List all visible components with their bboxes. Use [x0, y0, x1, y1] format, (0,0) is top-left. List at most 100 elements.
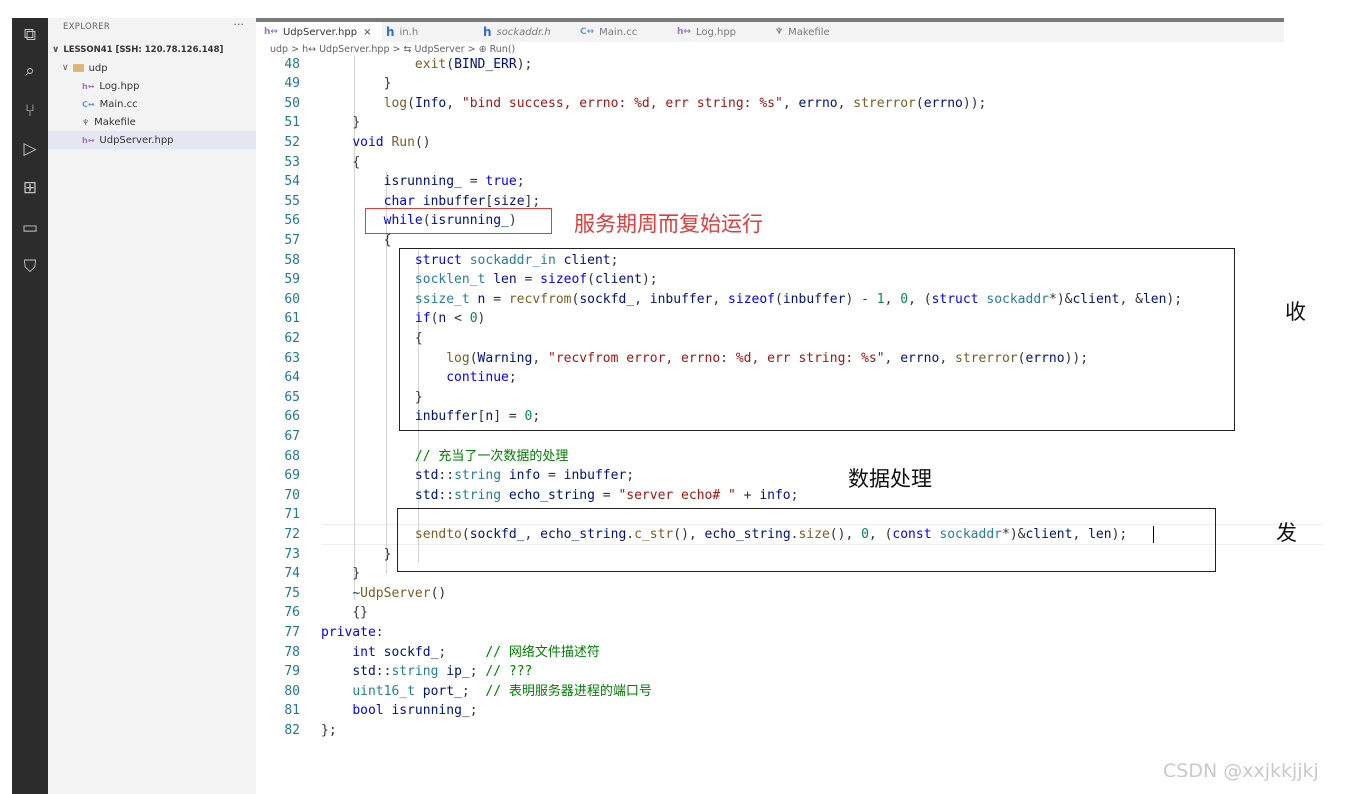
explorer-icon[interactable]: ⧉ [17, 22, 43, 48]
recv-block-box [399, 248, 1235, 431]
hpp-file-icon: h↔ [677, 27, 691, 37]
code-line[interactable]: 77 private: [256, 623, 1284, 643]
line-number: 80 [284, 683, 300, 699]
code-line[interactable]: 75 ~UdpServer() [256, 584, 1284, 604]
line-number: 68 [284, 448, 300, 464]
code-line[interactable]: 81 bool isrunning_; [256, 701, 1284, 721]
code-line[interactable]: 49 } [256, 74, 1284, 94]
code-line[interactable]: 70 std::string echo_string = "server ech… [256, 486, 1284, 506]
code-line[interactable]: 68 // 充当了一次数据的处理 [256, 447, 1284, 467]
line-number: 51 [284, 115, 300, 131]
tab-main-cc[interactable]: C↔ Main.cc [580, 22, 675, 42]
close-icon[interactable]: × [363, 27, 371, 38]
code-text: void Run() [352, 134, 431, 150]
line-number: 53 [284, 154, 300, 170]
tab-label: sockaddr.h [496, 26, 551, 38]
line-number: 50 [284, 95, 300, 111]
annotation-process: 数据处理 [848, 467, 932, 491]
search-icon[interactable]: ⌕ [17, 58, 43, 84]
code-text: std::string ip_; // ??? [352, 664, 533, 680]
line-number: 56 [284, 213, 300, 229]
header-file-icon: h [386, 25, 395, 39]
line-number: 59 [284, 272, 300, 288]
more-actions-icon[interactable]: ··· [234, 18, 245, 31]
code-line[interactable]: 53 { [256, 153, 1284, 173]
file-main-cc[interactable]: C↔ Main.cc [48, 95, 290, 113]
line-number: 49 [284, 76, 300, 92]
line-number: 58 [284, 252, 300, 268]
tab-makefile[interactable]: ♆ Makefile [775, 22, 870, 42]
tab-label: Main.cc [599, 26, 638, 38]
line-number: 67 [284, 428, 300, 444]
line-number: 75 [284, 585, 300, 601]
code-text: private: [321, 624, 384, 640]
code-text: } [352, 566, 361, 582]
line-number: 81 [284, 703, 300, 719]
file-udpserver-hpp[interactable]: h↔ UdpServer.hpp [48, 131, 290, 149]
breadcrumb[interactable]: udp > h↔ UdpServer.hpp > ⇆ UdpServer > ⊕… [270, 44, 515, 55]
explorer-title: EXPLORER [63, 22, 111, 32]
source-control-icon[interactable]: ⑂ [17, 98, 43, 124]
line-number: 82 [284, 722, 300, 738]
line-number: 78 [284, 644, 300, 660]
code-text: { [352, 154, 361, 170]
remote-explorer-icon[interactable]: ▭ [17, 215, 43, 241]
workspace-root-label: LESSON41 [SSH: 120.78.126.148] [63, 45, 224, 55]
code-text: {} [352, 605, 368, 621]
code-line[interactable]: 54 isrunning_ = true; [256, 172, 1284, 192]
line-number: 62 [284, 330, 300, 346]
tab-sockaddr-h[interactable]: h sockaddr.h [483, 22, 578, 42]
folder-udp[interactable]: ∨ udp [48, 59, 270, 77]
line-number: 76 [284, 605, 300, 621]
file-makefile[interactable]: ♆ Makefile [48, 113, 290, 131]
chevron-down-icon: ∨ [52, 45, 60, 55]
code-line[interactable]: 82}; [256, 721, 1284, 741]
code-text: ~UdpServer() [352, 585, 447, 601]
code-text: // 充当了一次数据的处理 [414, 448, 569, 464]
code-text: } [383, 76, 392, 92]
line-number: 73 [284, 546, 300, 562]
chevron-down-icon: ∨ [62, 63, 69, 73]
file-log-hpp[interactable]: h↔ Log.hpp [48, 77, 290, 95]
line-number: 63 [284, 350, 300, 366]
code-line[interactable]: 51 } [256, 113, 1284, 133]
line-number: 64 [284, 370, 300, 386]
file-label: Makefile [94, 116, 136, 128]
hpp-file-icon: h↔ [82, 135, 95, 145]
code-text: log(Info, "bind success, errno: %d, err … [383, 95, 987, 111]
line-number: 55 [284, 193, 300, 209]
send-block-box [397, 508, 1216, 572]
folder-icon [72, 64, 84, 72]
extensions-icon[interactable]: ⊞ [17, 175, 43, 201]
code-line[interactable]: 50 log(Info, "bind success, errno: %d, e… [256, 94, 1284, 114]
annotation-recv: 收 [1285, 300, 1306, 324]
tab-log-hpp[interactable]: h↔ Log.hpp [677, 22, 772, 42]
code-line[interactable]: 76 {} [256, 603, 1284, 623]
line-number: 77 [284, 624, 300, 640]
code-text: std::string echo_string = "server echo# … [414, 487, 799, 503]
line-number: 71 [284, 507, 300, 523]
tab-label: in.h [399, 26, 419, 38]
file-label: UdpServer.hpp [99, 134, 174, 146]
code-line[interactable]: 78 int sockfd_; // 网络文件描述符 [256, 643, 1284, 663]
line-number: 72 [284, 526, 300, 542]
workspace-root[interactable]: ∨ LESSON41 [SSH: 120.78.126.148] [48, 41, 260, 59]
csdn-watermark: CSDN @xxjkkjjkj [1163, 760, 1319, 782]
hpp-file-icon: h↔ [264, 27, 278, 37]
code-line[interactable]: 80 uint16_t port_; // 表明服务器进程的端口号 [256, 682, 1284, 702]
bookmark-icon[interactable]: ⛉ [17, 254, 43, 280]
code-line[interactable]: 69 std::string info = inbuffer; [256, 466, 1284, 486]
line-number: 57 [284, 232, 300, 248]
code-text: isrunning_ = true; [383, 174, 525, 190]
run-debug-icon[interactable]: ▷ [17, 136, 43, 162]
code-line[interactable]: 48 exit(BIND_ERR); [256, 55, 1284, 75]
header-file-icon: h [483, 25, 492, 39]
tab-label: UdpServer.hpp [282, 26, 358, 38]
code-line[interactable]: 79 std::string ip_; // ??? [256, 662, 1284, 682]
annotation-loop: 服务期周而复始运行 [574, 212, 763, 236]
code-text: uint16_t port_; // 表明服务器进程的端口号 [352, 683, 652, 699]
tab-label: Makefile [788, 26, 830, 38]
code-line[interactable]: 52 void Run() [256, 133, 1284, 153]
tab-in-h[interactable]: h in.h [386, 22, 481, 42]
tab-udpserver-hpp[interactable]: h↔ UdpServer.hpp × [256, 22, 382, 42]
